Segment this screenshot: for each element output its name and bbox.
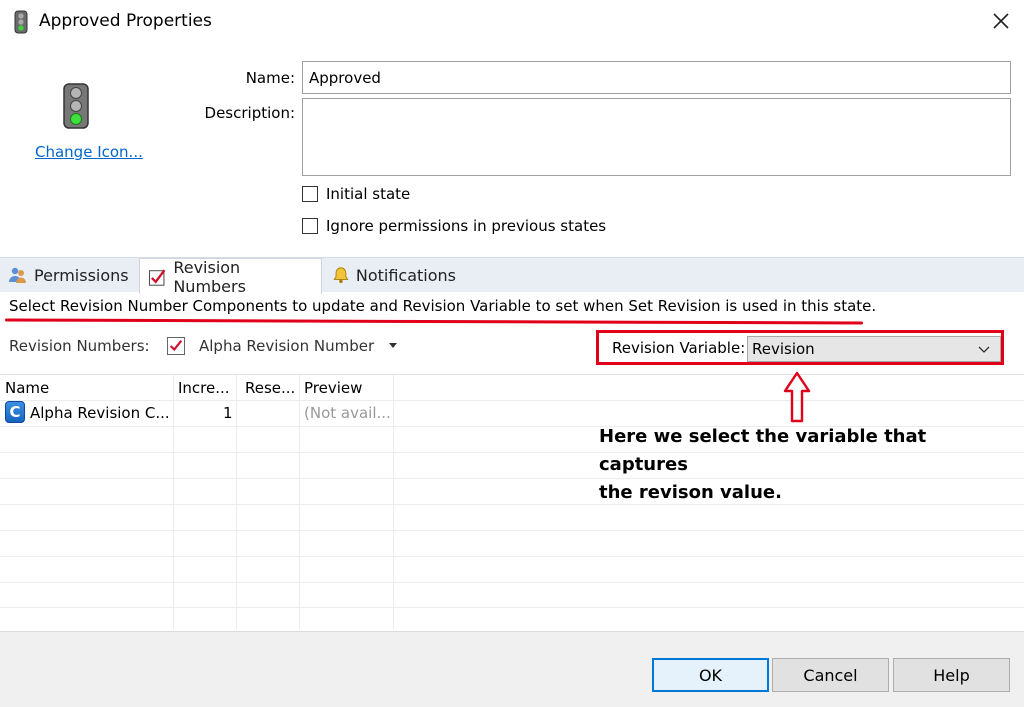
chevron-down-icon bbox=[978, 346, 990, 353]
initial-state-checkbox[interactable] bbox=[302, 186, 318, 202]
row-preview-cell: (Not avail... bbox=[304, 404, 391, 422]
tab-revision-numbers-label: Revision Numbers bbox=[173, 257, 246, 296]
description-input[interactable] bbox=[302, 98, 1011, 176]
annotation-underline bbox=[4, 318, 864, 325]
revision-info-text: Select Revision Number Components to upd… bbox=[9, 297, 877, 315]
revision-numbers-value[interactable]: Alpha Revision Number bbox=[199, 337, 374, 355]
tab-strip: Permissions Revision Numbers Notificatio… bbox=[0, 257, 1024, 296]
traffic-light-icon bbox=[14, 10, 28, 34]
cancel-button[interactable]: Cancel bbox=[772, 658, 889, 692]
users-icon bbox=[9, 267, 26, 283]
checkbox-icon bbox=[148, 269, 166, 286]
tab-permissions-label: Permissions bbox=[34, 265, 129, 285]
annotation-line-1: Here we select the variable that capture… bbox=[599, 426, 927, 475]
close-icon[interactable] bbox=[986, 6, 1016, 36]
tab-permissions[interactable]: Permissions bbox=[0, 258, 138, 292]
column-header-preview[interactable]: Preview bbox=[304, 379, 362, 397]
revision-numbers-checkbox[interactable] bbox=[167, 337, 185, 355]
initial-state-option[interactable]: Initial state bbox=[302, 185, 410, 203]
title-bar: Approved Properties bbox=[0, 0, 1024, 44]
name-label: Name: bbox=[245, 69, 295, 87]
ignore-permissions-option[interactable]: Ignore permissions in previous states bbox=[302, 217, 606, 235]
revision-variable-label: Revision Variable: bbox=[612, 339, 746, 357]
ok-button[interactable]: OK bbox=[652, 658, 769, 692]
bell-icon bbox=[333, 267, 349, 284]
annotation-arrow-up-icon bbox=[783, 371, 811, 423]
revision-variable-value: Revision bbox=[752, 340, 815, 358]
annotation-text: Here we select the variable that capture… bbox=[599, 423, 1019, 507]
description-label: Description: bbox=[204, 104, 295, 122]
window-title: Approved Properties bbox=[39, 11, 212, 31]
ignore-permissions-checkbox[interactable] bbox=[302, 218, 318, 234]
tab-notifications[interactable]: Notifications bbox=[324, 258, 464, 292]
revision-numbers-dropdown-icon[interactable] bbox=[389, 343, 397, 348]
column-header-reset[interactable]: Rese... bbox=[245, 379, 295, 397]
initial-state-label: Initial state bbox=[326, 185, 411, 203]
tab-notifications-label: Notifications bbox=[355, 265, 456, 285]
revision-numbers-label: Revision Numbers: bbox=[9, 337, 150, 355]
column-header-name[interactable]: Name bbox=[5, 379, 49, 397]
column-header-increment[interactable]: Incre... bbox=[178, 379, 230, 397]
state-traffic-light-icon bbox=[63, 83, 89, 129]
help-button[interactable]: Help bbox=[893, 658, 1010, 692]
revision-component-icon: C bbox=[5, 401, 25, 423]
name-input[interactable] bbox=[302, 61, 1011, 94]
annotation-line-2: the revison value. bbox=[599, 482, 782, 503]
ignore-permissions-label: Ignore permissions in previous states bbox=[326, 217, 607, 235]
tab-revision-numbers[interactable]: Revision Numbers bbox=[139, 257, 322, 296]
row-name-cell[interactable]: Alpha Revision C... bbox=[30, 404, 170, 422]
grid-border bbox=[0, 374, 1024, 375]
revision-variable-select[interactable]: Revision bbox=[747, 336, 1001, 362]
change-icon-link[interactable]: Change Icon... bbox=[35, 143, 143, 161]
row-increment-cell[interactable]: 1 bbox=[223, 404, 233, 422]
